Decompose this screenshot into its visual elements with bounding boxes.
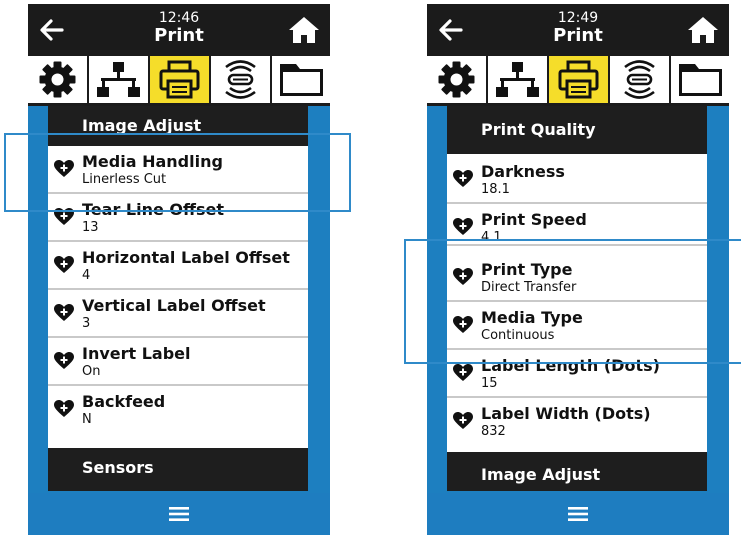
list-item-label-width[interactable]: Label Width (Dots) 832: [447, 398, 707, 450]
setting-name: Invert Label: [82, 344, 191, 363]
list-item-vertical-label-offset[interactable]: Vertical Label Offset 3: [48, 290, 308, 338]
wireless-icon: [225, 60, 256, 99]
setting-value: 832: [481, 424, 506, 439]
setting-value: 13: [82, 220, 99, 235]
list-item-invert-label[interactable]: Invert Label On: [48, 338, 308, 386]
bottom-bar: [427, 493, 729, 535]
printer-icon: [159, 60, 200, 99]
setting-value: 3: [82, 316, 91, 331]
list-item-backfeed[interactable]: Backfeed N: [48, 386, 308, 436]
printer-screen-left: 12:46 Print Image Adjust Media Handling …: [28, 4, 330, 535]
top-bar: 12:46 Print: [28, 4, 330, 56]
tab-print[interactable]: [549, 56, 608, 103]
setting-value: 18.1: [481, 182, 510, 197]
heart-plus-icon[interactable]: [453, 170, 473, 188]
printer-icon: [558, 60, 599, 99]
clock: 12:49: [557, 10, 599, 26]
tab-settings[interactable]: [427, 56, 486, 103]
tab-wireless[interactable]: [610, 56, 669, 103]
setting-name: Darkness: [481, 162, 565, 181]
tab-settings[interactable]: [28, 56, 87, 103]
settings-gear-icon: [39, 61, 76, 98]
list-item-darkness[interactable]: Darkness 18.1: [447, 156, 707, 204]
hamburger-menu-icon[interactable]: [165, 501, 193, 527]
highlight-box-media-handling: [4, 133, 351, 212]
highlight-box-print-media-type: [404, 239, 741, 364]
setting-name: Vertical Label Offset: [82, 296, 266, 315]
settings-gear-icon: [438, 61, 475, 98]
clock: 12:46: [158, 10, 200, 26]
setting-value: 4: [82, 268, 91, 283]
setting-value: 15: [481, 376, 498, 391]
wireless-icon: [624, 60, 655, 99]
section-header: Print Quality: [447, 106, 707, 154]
tab-network[interactable]: [488, 56, 547, 103]
tab-storage[interactable]: [272, 56, 330, 103]
section-header: Image Adjust: [447, 452, 707, 491]
tab-storage[interactable]: [671, 56, 729, 103]
heart-plus-icon[interactable]: [54, 304, 74, 322]
folder-icon: [280, 64, 323, 96]
section-header: Sensors: [48, 448, 308, 491]
screen-title: Print: [154, 25, 204, 46]
heart-plus-icon[interactable]: [453, 412, 473, 430]
heart-plus-icon[interactable]: [54, 352, 74, 370]
tab-wireless[interactable]: [211, 56, 270, 103]
folder-icon: [679, 64, 722, 96]
heart-plus-icon[interactable]: [453, 218, 473, 236]
heart-plus-icon[interactable]: [54, 400, 74, 418]
screen-title: Print: [553, 25, 603, 46]
heart-plus-icon[interactable]: [453, 364, 473, 382]
network-icon: [496, 62, 539, 97]
tab-network[interactable]: [89, 56, 148, 103]
heart-plus-icon[interactable]: [54, 256, 74, 274]
setting-name: Backfeed: [82, 392, 166, 411]
setting-value: On: [82, 364, 101, 379]
network-icon: [97, 62, 140, 97]
tab-print[interactable]: [150, 56, 209, 103]
setting-name: Label Width (Dots): [481, 404, 651, 423]
bottom-bar: [28, 493, 330, 535]
category-tabs: [28, 56, 330, 106]
category-tabs: [427, 56, 729, 106]
setting-name: Print Speed: [481, 210, 587, 229]
hamburger-menu-icon[interactable]: [564, 501, 592, 527]
top-bar: 12:49 Print: [427, 4, 729, 56]
list-item-horizontal-label-offset[interactable]: Horizontal Label Offset 4: [48, 242, 308, 290]
home-icon[interactable]: [685, 12, 721, 48]
setting-name: Horizontal Label Offset: [82, 248, 290, 267]
home-icon[interactable]: [286, 12, 322, 48]
setting-value: N: [82, 412, 92, 427]
